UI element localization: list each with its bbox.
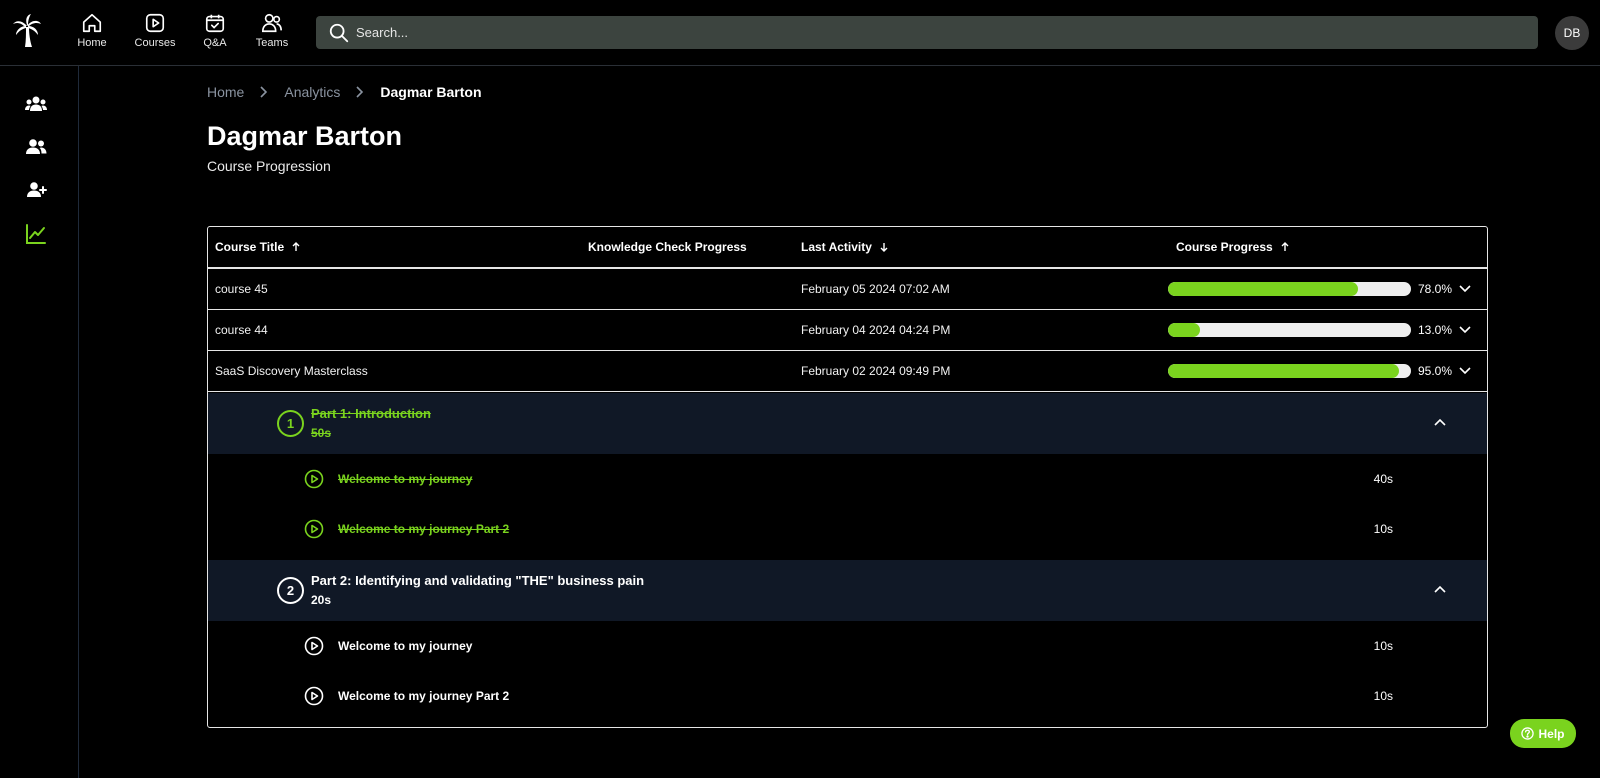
column-label: Knowledge Check Progress [588,240,747,254]
course-title-cell: course 45 [215,282,268,296]
lesson-duration: 40s [1373,472,1393,486]
sidebar [0,66,79,778]
play-circle-icon [304,636,324,656]
arrow-up-icon [292,242,300,251]
table-row[interactable]: SaaS Discovery Masterclass February 02 2… [208,351,1487,392]
users-icon [262,13,282,33]
lesson-duration: 10s [1373,689,1393,703]
nav-qa-label: Q&A [203,37,227,49]
column-label: Course Progress [1176,240,1273,254]
section-duration: 50s [311,426,332,440]
breadcrumb: Home Analytics Dagmar Barton [207,84,482,100]
table-header: Course Title Knowledge Check Progress La… [208,227,1487,269]
breadcrumb-current: Dagmar Barton [380,84,482,100]
section-title: Part 1: Introduction [311,406,431,421]
question-circle-icon [1521,727,1535,740]
arrow-down-icon [880,243,888,252]
progress-fill [1168,323,1200,337]
nav-courses[interactable]: Courses [125,12,185,49]
play-square-icon [145,13,165,33]
lesson-item[interactable]: Welcome to my journey 10s [208,621,1487,671]
section-title: Part 2: Identifying and validating "THE"… [311,573,645,588]
lesson-title[interactable]: Welcome to my journey [338,472,472,486]
avatar[interactable]: DB [1555,16,1589,50]
lesson-item[interactable]: Welcome to my journey 40s [208,454,1487,504]
column-knowledge-check[interactable]: Knowledge Check Progress [588,240,747,254]
last-activity-cell: February 05 2024 07:02 AM [801,282,950,296]
top-bar: Home Courses Q&A Teams DB [0,0,1600,66]
nav-teams[interactable]: Teams [242,12,302,49]
course-progress-table: Course Title Knowledge Check Progress La… [207,226,1488,728]
course-section[interactable]: 2 Part 2: Identifying and validating "TH… [208,560,1487,621]
last-activity-cell: February 04 2024 04:24 PM [801,323,951,337]
nav-courses-label: Courses [134,37,176,49]
progress-bar [1168,323,1411,337]
progress-percent: 95.0% [1418,364,1453,378]
section-number: 2 [277,577,304,604]
page-title: Dagmar Barton [207,121,403,151]
groups-icon[interactable] [24,92,48,116]
section-duration: 20s [311,593,332,607]
lesson-item[interactable]: Welcome to my journey Part 2 10s [208,671,1487,721]
nav-home[interactable]: Home [62,12,122,49]
column-label: Course Title [215,240,285,254]
chevron-up-icon[interactable] [1433,416,1447,430]
chevron-up-icon[interactable] [1433,583,1447,597]
progress-bar [1168,282,1411,296]
progress-percent: 13.0% [1418,323,1453,337]
course-title-cell: SaaS Discovery Masterclass [215,364,368,378]
chevron-right-icon [356,86,364,98]
breadcrumb-home[interactable]: Home [207,84,244,100]
progress-bar [1168,364,1411,378]
chevron-right-icon [260,86,268,98]
column-course-progress[interactable]: Course Progress [1176,240,1289,254]
lesson-item[interactable]: Welcome to my journey Part 2 10s [208,504,1487,554]
chevron-down-icon[interactable] [1459,364,1471,376]
add-user-icon[interactable] [24,178,48,202]
table-row[interactable]: course 44 February 04 2024 04:24 PM 13.0… [208,310,1487,351]
column-course-title[interactable]: Course Title [215,240,300,254]
users-icon[interactable] [24,135,48,159]
course-section[interactable]: 1 Part 1: Introduction 50s [208,393,1487,454]
progress-percent: 78.0% [1418,282,1453,296]
play-circle-icon [304,686,324,706]
progress-fill [1168,282,1358,296]
table-row[interactable]: course 45 February 05 2024 07:02 AM 78.0… [208,269,1487,310]
chevron-down-icon[interactable] [1459,323,1471,335]
lesson-title[interactable]: Welcome to my journey [338,639,472,653]
search-input[interactable] [356,16,1516,49]
section-number: 1 [277,410,304,437]
palm-tree-logo-icon[interactable] [12,14,42,48]
play-circle-icon [304,469,324,489]
lesson-duration: 10s [1373,639,1393,653]
course-title-cell: course 44 [215,323,268,337]
chevron-down-icon[interactable] [1459,282,1471,294]
last-activity-cell: February 02 2024 09:49 PM [801,364,951,378]
breadcrumb-analytics[interactable]: Analytics [284,84,340,100]
lesson-title[interactable]: Welcome to my journey Part 2 [338,689,509,703]
column-last-activity[interactable]: Last Activity [801,240,888,254]
help-label: Help [1538,726,1565,741]
nav-qa[interactable]: Q&A [185,12,245,49]
play-circle-icon [304,519,324,539]
column-label: Last Activity [801,240,872,254]
calendar-check-icon [205,14,225,33]
search-bar [316,16,1538,49]
search-icon [329,23,349,43]
help-button[interactable]: Help [1510,719,1576,748]
analytics-icon[interactable] [24,222,48,246]
lesson-title[interactable]: Welcome to my journey Part 2 [338,522,509,536]
home-icon [82,13,102,33]
nav-home-label: Home [77,37,107,49]
progress-fill [1168,364,1399,378]
nav-teams-label: Teams [255,37,289,49]
page-subtitle: Course Progression [207,158,331,174]
arrow-up-icon [1281,242,1289,251]
lesson-duration: 10s [1373,522,1393,536]
